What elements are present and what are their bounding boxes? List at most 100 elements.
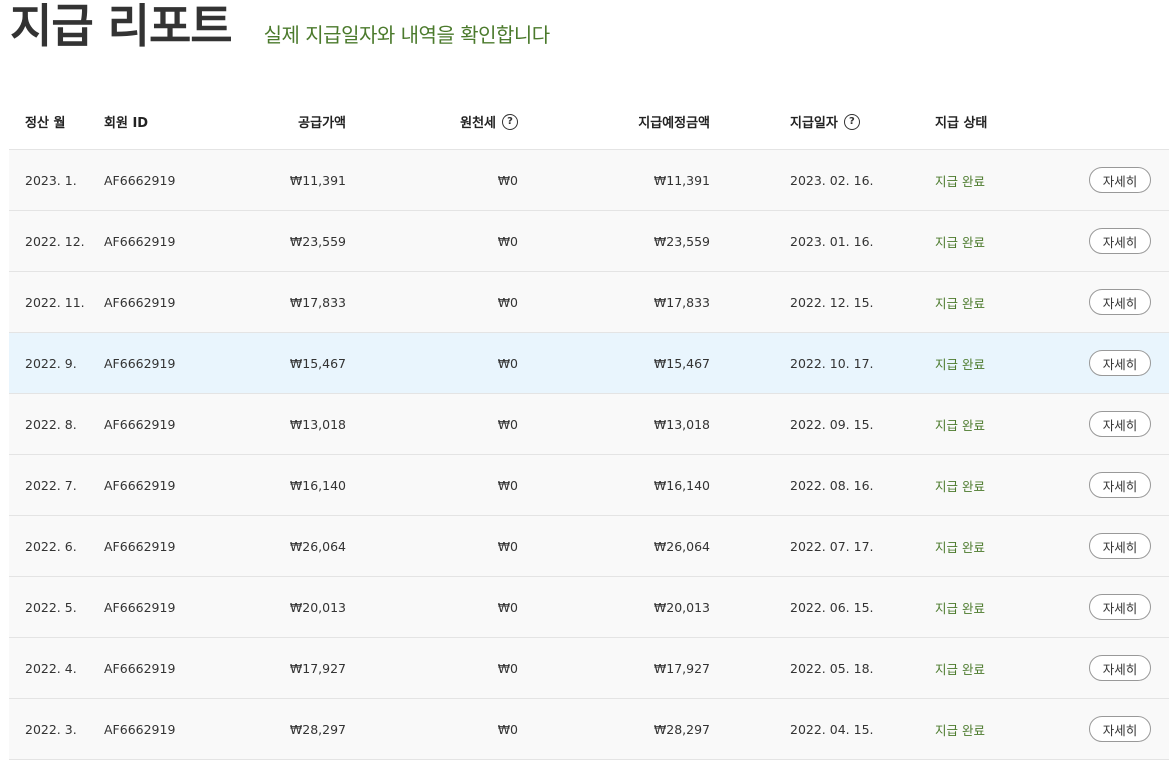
col-header-expected: 지급예정금액 (638, 116, 710, 131)
detail-button[interactable]: 자세히 (1089, 594, 1151, 620)
col-header-withholding: 원천세 ? (379, 94, 518, 149)
cell-expected: ₩26,064 (653, 538, 710, 554)
table-row: 2022. 5. AF6662919 ₩20,013 ₩0 ₩20,013 2022. 0… (9, 577, 1169, 638)
table-row: 2022. 3. AF6662919 ₩28,297 ₩0 ₩28,297 2022. 0… (9, 699, 1169, 760)
payment-report-table: 정산 월 회원 ID 공급가액 원천세 ? 지급예정금액 지급일자 ? 지급 상… (9, 94, 1169, 760)
col-header-pay-date-label: 지급일자 (790, 116, 838, 131)
cell-status: 지급 완료 (935, 478, 985, 494)
detail-button[interactable]: 자세히 (1089, 228, 1151, 254)
cell-action: 자세히 (1089, 333, 1151, 393)
cell-action: 자세히 (1089, 394, 1151, 454)
cell-pay-date: 2022. 10. 17. (790, 355, 874, 371)
cell-month: 2022. 4. (25, 660, 77, 676)
cell-member-id: AF6662919 (104, 355, 176, 371)
col-header-pay-date: 지급일자 ? (790, 94, 860, 149)
cell-month: 2023. 1. (25, 172, 77, 188)
cell-action: 자세히 (1089, 272, 1151, 332)
detail-button[interactable]: 자세히 (1089, 167, 1151, 193)
cell-pay-date: 2022. 12. 15. (790, 294, 874, 310)
cell-withholding: ₩0 (497, 599, 518, 615)
table-row: 2022. 11. AF6662919 ₩17,833 ₩0 ₩17,833 2022. … (9, 272, 1169, 333)
cell-month: 2022. 12. (25, 233, 85, 249)
cell-action: 자세히 (1089, 455, 1151, 515)
detail-button[interactable]: 자세히 (1089, 716, 1151, 742)
cell-supply: ₩28,297 (289, 721, 346, 737)
cell-expected: ₩17,833 (653, 294, 710, 310)
cell-status: 지급 완료 (935, 234, 985, 250)
table-row: 2022. 7. AF6662919 ₩16,140 ₩0 ₩16,140 2022. 0… (9, 455, 1169, 516)
cell-expected: ₩13,018 (653, 416, 710, 432)
cell-expected: ₩16,140 (653, 477, 710, 493)
cell-action: 자세히 (1089, 211, 1151, 271)
cell-action: 자세히 (1089, 516, 1151, 576)
table-body: 2023. 1. AF6662919 ₩11,391 ₩0 ₩11,391 2023. 0… (9, 150, 1169, 760)
cell-supply: ₩15,467 (289, 355, 346, 371)
cell-action: 자세히 (1089, 699, 1151, 759)
cell-supply: ₩11,391 (289, 172, 346, 188)
detail-button[interactable]: 자세히 (1089, 411, 1151, 437)
cell-withholding: ₩0 (497, 660, 518, 676)
detail-button[interactable]: 자세히 (1089, 533, 1151, 559)
table-row: 2022. 8. AF6662919 ₩13,018 ₩0 ₩13,018 2022. 0… (9, 394, 1169, 455)
cell-member-id: AF6662919 (104, 416, 176, 432)
cell-withholding: ₩0 (497, 416, 518, 432)
cell-pay-date: 2022. 07. 17. (790, 538, 874, 554)
cell-status: 지급 완료 (935, 722, 985, 738)
detail-button[interactable]: 자세히 (1089, 350, 1151, 376)
cell-expected: ₩11,391 (653, 172, 710, 188)
cell-supply: ₩20,013 (289, 599, 346, 615)
cell-month: 2022. 6. (25, 538, 77, 554)
page-header: 지급 리포트 실제 지급일자와 내역을 확인합니다 (10, 0, 550, 58)
cell-member-id: AF6662919 (104, 599, 176, 615)
cell-status: 지급 완료 (935, 295, 985, 311)
cell-member-id: AF6662919 (104, 172, 176, 188)
cell-member-id: AF6662919 (104, 233, 176, 249)
cell-status: 지급 완료 (935, 661, 985, 677)
cell-expected: ₩17,927 (653, 660, 710, 676)
cell-supply: ₩16,140 (289, 477, 346, 493)
cell-status: 지급 완료 (935, 600, 985, 616)
page-subtitle: 실제 지급일자와 내역을 확인합니다 (263, 23, 551, 47)
cell-status: 지급 완료 (935, 417, 985, 433)
cell-withholding: ₩0 (497, 538, 518, 554)
detail-button[interactable]: 자세히 (1089, 289, 1151, 315)
cell-action: 자세히 (1089, 150, 1151, 210)
cell-month: 2022. 8. (25, 416, 77, 432)
table-row: 2023. 1. AF6662919 ₩11,391 ₩0 ₩11,391 2023. 0… (9, 150, 1169, 211)
cell-withholding: ₩0 (497, 233, 518, 249)
cell-member-id: AF6662919 (104, 721, 176, 737)
col-header-withholding-label: 원천세 (460, 116, 496, 131)
cell-action: 자세히 (1089, 577, 1151, 637)
col-header-supply: 공급가액 (298, 116, 346, 131)
detail-button[interactable]: 자세히 (1089, 472, 1151, 498)
col-header-status: 지급 상태 (935, 116, 988, 131)
table-row: 2022. 9. AF6662919 ₩15,467 ₩0 ₩15,467 2022. 1… (9, 333, 1169, 394)
cell-member-id: AF6662919 (104, 294, 176, 310)
cell-supply: ₩26,064 (289, 538, 346, 554)
cell-supply: ₩23,559 (289, 233, 346, 249)
table-header: 정산 월 회원 ID 공급가액 원천세 ? 지급예정금액 지급일자 ? 지급 상… (9, 94, 1169, 150)
cell-expected: ₩15,467 (653, 355, 710, 371)
cell-month: 2022. 5. (25, 599, 77, 615)
help-icon[interactable]: ? (502, 113, 518, 130)
col-header-member-id: 회원 ID (104, 116, 149, 131)
cell-withholding: ₩0 (497, 477, 518, 493)
cell-withholding: ₩0 (497, 355, 518, 371)
cell-expected: ₩23,559 (653, 233, 710, 249)
cell-supply: ₩17,927 (289, 660, 346, 676)
cell-month: 2022. 3. (25, 721, 77, 737)
cell-supply: ₩13,018 (289, 416, 346, 432)
cell-status: 지급 완료 (935, 539, 985, 555)
cell-withholding: ₩0 (497, 721, 518, 737)
cell-member-id: AF6662919 (104, 660, 176, 676)
col-header-month: 정산 월 (25, 116, 66, 131)
detail-button[interactable]: 자세히 (1089, 655, 1151, 681)
cell-withholding: ₩0 (497, 172, 518, 188)
cell-expected: ₩20,013 (653, 599, 710, 615)
cell-month: 2022. 11. (25, 294, 85, 310)
cell-action: 자세히 (1089, 638, 1151, 698)
page-title: 지급 리포트 (10, 0, 233, 53)
table-row: 2022. 4. AF6662919 ₩17,927 ₩0 ₩17,927 2022. 0… (9, 638, 1169, 699)
help-icon[interactable]: ? (843, 113, 860, 130)
cell-withholding: ₩0 (497, 294, 518, 310)
